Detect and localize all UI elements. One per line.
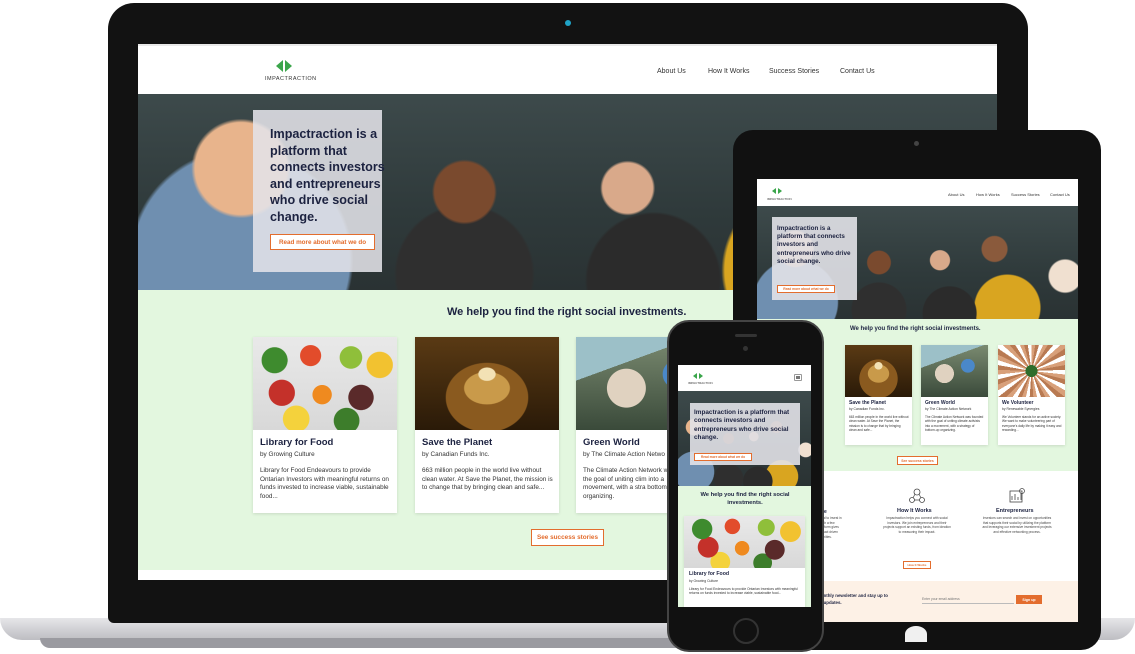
phone-screen: IMPACTRACTION Impactraction is a platfor…	[678, 365, 811, 607]
investment-card[interactable]: We Volunteer by Renewable Synergies We V…	[998, 345, 1065, 445]
newsletter-email-input[interactable]	[922, 595, 1014, 604]
card-title: Library for Food	[689, 571, 730, 577]
card-description: 663 million people in the world live wit…	[849, 415, 909, 432]
card-subtitle: by The Climate Action Netwo	[583, 451, 665, 458]
nav-contact-us[interactable]: Contact Us	[1050, 192, 1070, 197]
nav-success-stories[interactable]: Success Stories	[769, 68, 819, 75]
nav-about-us[interactable]: About Us	[948, 192, 964, 197]
phone-camera	[743, 346, 748, 351]
investment-card[interactable]: Green World by The Climate Action Networ…	[921, 345, 988, 445]
logo-text: IMPACTRACTION	[767, 197, 792, 201]
card-subtitle: by Renewable Synergies	[1002, 407, 1040, 411]
card-title: Green World	[925, 400, 955, 406]
logo-icon[interactable]	[772, 188, 782, 194]
card-title: Green World	[583, 437, 640, 448]
card-description: 663 million people in the world live wit…	[422, 467, 553, 492]
tablet-home-button[interactable]	[905, 626, 927, 642]
investments-section: We help you find the right social invest…	[678, 486, 811, 607]
card-description: The Climate Action Network was founded w…	[925, 415, 984, 432]
entrepreneurs-title: Entrepreneurs	[996, 508, 1034, 514]
hero-overlay: Impactraction is a platform that connect…	[253, 110, 385, 272]
card-title: Save the Planet	[849, 400, 886, 406]
investment-card[interactable]: Library for Food by Growing Culture Libr…	[253, 337, 397, 513]
logo-icon[interactable]	[693, 373, 703, 379]
nav-how-it-works[interactable]: How It Works	[976, 192, 1000, 197]
logo-text: IMPACTRACTION	[265, 76, 317, 82]
entrepreneurs-body: Investors can search and invest on oppor…	[982, 516, 1052, 534]
how-it-works-body: Impactraction helps you connect with soc…	[883, 516, 951, 534]
nav-about-us[interactable]: About Us	[657, 68, 686, 75]
tablet-camera	[914, 141, 919, 146]
card-image	[845, 345, 912, 397]
logo-icon[interactable]	[276, 60, 292, 72]
card-description: Library for Food Endeavours to provide O…	[260, 467, 389, 500]
section-heading: We help you find the right social invest…	[700, 492, 790, 506]
how-it-works-button[interactable]: How It Works	[903, 561, 931, 569]
hero-headline: Impactraction is a platform that connect…	[777, 225, 851, 265]
nav-success-stories[interactable]: Success Stories	[1011, 192, 1040, 197]
card-subtitle: by The Climate Action Network	[925, 407, 972, 411]
site-header: IMPACTRACTION About Us How It Works Succ…	[138, 44, 997, 94]
see-success-stories-button[interactable]: See success stories	[897, 456, 938, 465]
hamburger-menu-icon[interactable]	[794, 374, 802, 381]
how-it-works-icon	[908, 487, 926, 505]
card-title: Library for Food	[260, 437, 334, 448]
hero-headline: Impactraction is a platform that connect…	[270, 127, 385, 225]
nav-contact-us[interactable]: Contact Us	[840, 68, 875, 75]
section-heading: We help you find the right social invest…	[850, 326, 981, 332]
investment-card[interactable]: Save the Planet by Canadian Funds Inc. 6…	[845, 345, 912, 445]
newsletter-text: monthly newsletter and stay up to	[817, 593, 888, 598]
card-image	[253, 337, 397, 430]
hero-headline: Impactraction is a platform that connect…	[694, 409, 790, 441]
logo-text: IMPACTRACTION	[688, 381, 713, 385]
phone-home-button[interactable]	[733, 618, 759, 644]
card-subtitle: by Growing Culture	[260, 451, 315, 458]
card-image	[684, 516, 805, 568]
hero-overlay: Impactraction is a platform that connect…	[772, 217, 857, 300]
card-description: We Volunteer stands for an active societ…	[1002, 415, 1062, 432]
hero-read-more-button[interactable]: Read more about what we do	[270, 234, 375, 250]
nav-how-it-works[interactable]: How It Works	[708, 68, 750, 75]
card-title: Save the Planet	[422, 437, 493, 448]
newsletter-signup-button[interactable]: Sign up	[1016, 595, 1042, 604]
card-subtitle: by Growing Culture	[689, 579, 719, 583]
card-title: We Volunteer	[1002, 400, 1034, 406]
devices-mockup: IMPACTRACTION About Us How It Works Succ…	[0, 0, 1135, 654]
section-heading: We help you find the right social invest…	[447, 306, 687, 318]
card-image	[998, 345, 1065, 397]
card-image	[415, 337, 559, 430]
investment-card[interactable]: Save the Planet by Canadian Funds Inc. 6…	[415, 337, 559, 513]
hero-read-more-button[interactable]: Read more about what we do	[777, 285, 835, 293]
phone-header: IMPACTRACTION	[678, 365, 811, 391]
investment-card[interactable]: Library for Food by Growing Culture Libr…	[684, 516, 805, 607]
hero-overlay: Impactraction is a platform that connect…	[690, 403, 800, 465]
entrepreneurs-icon	[1008, 487, 1026, 505]
tablet-header: IMPACTRACTION About Us How It Works Succ…	[757, 179, 1078, 206]
card-description: The Climate Action Network with the goal…	[583, 467, 677, 500]
see-success-stories-button[interactable]: See success stories	[531, 529, 604, 546]
card-subtitle: by Canadian Funds Inc.	[422, 451, 490, 458]
card-image	[921, 345, 988, 397]
phone-speaker	[735, 334, 757, 337]
laptop-camera	[565, 20, 571, 26]
hero-read-more-button[interactable]: Read more about what we do	[694, 453, 752, 461]
card-description: Library for Food Endeavours to provide O…	[689, 587, 798, 596]
card-subtitle: by Canadian Funds Inc.	[849, 407, 885, 411]
how-it-works-title: How It Works	[897, 508, 932, 514]
